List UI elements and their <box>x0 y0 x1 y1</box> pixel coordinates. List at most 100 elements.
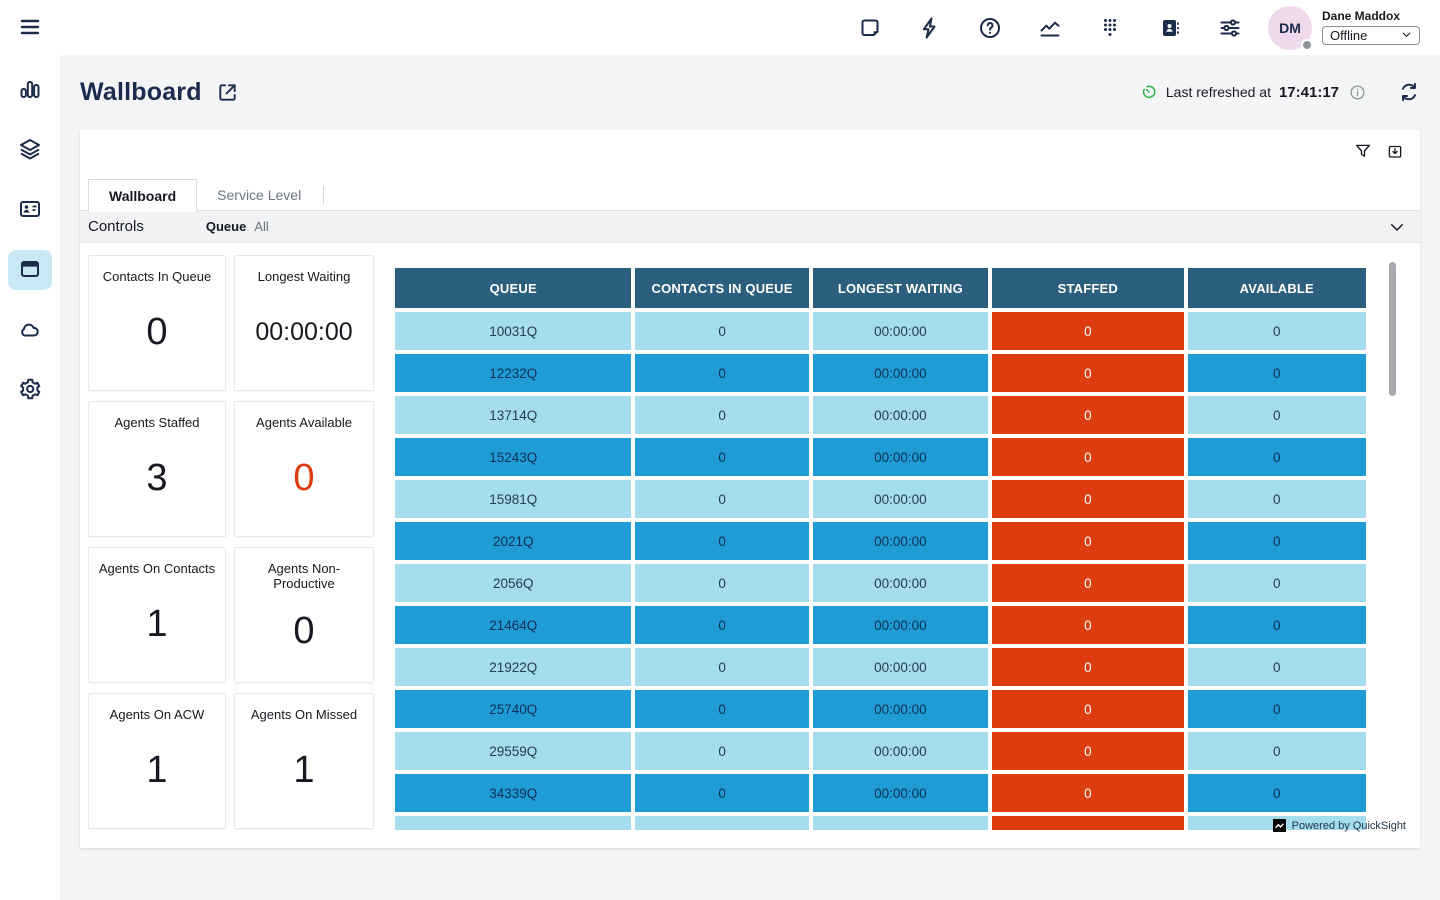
sidebar-item-wallboard[interactable] <box>8 250 52 290</box>
column-header[interactable]: LONGEST WAITING <box>813 268 988 308</box>
table-cell[interactable]: 00:00:00 <box>813 480 988 518</box>
table-cell[interactable]: 0 <box>635 690 808 728</box>
filter-button[interactable] <box>1354 142 1372 160</box>
table-cell[interactable]: 0 <box>992 438 1184 476</box>
queue-filter-value[interactable]: All <box>254 219 268 234</box>
table-cell[interactable]: 0 <box>635 648 808 686</box>
table-cell[interactable]: 15981Q <box>395 480 631 518</box>
help-button[interactable] <box>978 16 1002 40</box>
table-cell[interactable]: 0 <box>1188 606 1366 644</box>
table-cell[interactable]: 0 <box>1188 312 1366 350</box>
table-cell[interactable]: 00:00:00 <box>813 522 988 560</box>
table-cell[interactable]: 0 <box>635 312 808 350</box>
table-cell[interactable]: 0 <box>1188 648 1366 686</box>
sidebar-item-settings[interactable] <box>8 370 52 410</box>
table-cell[interactable]: 00:00:00 <box>813 438 988 476</box>
table-cell[interactable]: 0 <box>992 648 1184 686</box>
table-cell[interactable]: 0 <box>1188 480 1366 518</box>
avatar[interactable]: DM <box>1268 6 1312 50</box>
sidebar-item-layers[interactable] <box>8 130 52 170</box>
table-cell[interactable]: 0 <box>635 354 808 392</box>
table-cell[interactable]: 0 <box>1188 690 1366 728</box>
table-cell[interactable]: 00:00:00 <box>813 396 988 434</box>
column-header[interactable]: CONTACTS IN QUEUE <box>635 268 808 308</box>
table-cell[interactable]: 0 <box>1188 354 1366 392</box>
table-cell[interactable]: 0 <box>1188 564 1366 602</box>
sidebar-item-contacts[interactable] <box>8 190 52 230</box>
table-cell[interactable]: 25740Q <box>395 690 631 728</box>
table-cell[interactable]: 0 <box>992 732 1184 770</box>
table-cell[interactable]: 00:00:00 <box>813 690 988 728</box>
table-cell[interactable]: 0 <box>1188 774 1366 812</box>
table-cell[interactable]: 12232Q <box>395 354 631 392</box>
table-cell[interactable]: 0 <box>992 480 1184 518</box>
table-cell[interactable] <box>992 816 1184 830</box>
refresh-button[interactable] <box>1398 81 1420 103</box>
table-cell[interactable]: 00:00:00 <box>813 732 988 770</box>
table-cell[interactable]: 0 <box>1188 438 1366 476</box>
table-cell[interactable]: 0 <box>1188 522 1366 560</box>
table-cell[interactable]: 0 <box>635 522 808 560</box>
table-cell[interactable]: 00:00:00 <box>813 606 988 644</box>
table-cell[interactable]: 0 <box>635 438 808 476</box>
menu-toggle-button[interactable] <box>8 8 52 48</box>
preferences-button[interactable] <box>1218 16 1242 40</box>
table-cell[interactable] <box>635 816 808 830</box>
sidebar-item-cloud[interactable] <box>8 310 52 350</box>
open-in-new-window-button[interactable] <box>216 81 239 104</box>
table-cell[interactable]: 0 <box>992 606 1184 644</box>
directory-button[interactable] <box>1158 16 1182 40</box>
page-title: Wallboard <box>80 78 202 107</box>
agent-status-select[interactable]: Offline <box>1322 26 1420 45</box>
table-cell[interactable]: 0 <box>635 732 808 770</box>
sidebar-item-metrics[interactable] <box>8 70 52 110</box>
table-cell[interactable]: 0 <box>992 774 1184 812</box>
notes-button[interactable] <box>858 16 882 40</box>
table-cell[interactable]: 0 <box>635 564 808 602</box>
quick-actions-button[interactable] <box>918 16 942 40</box>
table-cell[interactable]: 0 <box>992 690 1184 728</box>
table-cell[interactable]: 0 <box>992 312 1184 350</box>
table-cell[interactable]: 0 <box>635 774 808 812</box>
table-cell[interactable]: 00:00:00 <box>813 648 988 686</box>
controls-collapse-button[interactable] <box>1388 218 1406 236</box>
table-cell[interactable]: 0 <box>1188 732 1366 770</box>
dialpad-button[interactable] <box>1098 16 1122 40</box>
tab-service-level[interactable]: Service Level <box>197 178 321 211</box>
table-cell[interactable]: 13714Q <box>395 396 631 434</box>
table-cell[interactable]: 00:00:00 <box>813 774 988 812</box>
table-cell[interactable] <box>813 816 988 830</box>
table-cell[interactable]: 00:00:00 <box>813 354 988 392</box>
analytics-button[interactable] <box>1038 16 1062 40</box>
table-cell[interactable]: 0 <box>992 564 1184 602</box>
column-header[interactable]: AVAILABLE <box>1188 268 1366 308</box>
table-cell[interactable]: 0 <box>992 522 1184 560</box>
table-cell[interactable]: 15243Q <box>395 438 631 476</box>
panel-tools <box>1354 142 1404 160</box>
table-cell[interactable]: 0 <box>992 354 1184 392</box>
table-cell[interactable]: 10031Q <box>395 312 631 350</box>
table-cell[interactable]: 0 <box>635 396 808 434</box>
table-cell[interactable]: 00:00:00 <box>813 312 988 350</box>
table-cell[interactable]: 21464Q <box>395 606 631 644</box>
table-cell[interactable]: 0 <box>992 396 1184 434</box>
column-header[interactable]: QUEUE <box>395 268 631 308</box>
column-header[interactable]: STAFFED <box>992 268 1184 308</box>
table-row: 29559Q000:00:0000 <box>395 732 1366 770</box>
sliders-icon <box>1218 28 1242 43</box>
table-cell[interactable]: 34339Q <box>395 774 631 812</box>
table-cell[interactable]: 29559Q <box>395 732 631 770</box>
table-cell[interactable]: 2021Q <box>395 522 631 560</box>
table-cell[interactable]: 2056Q <box>395 564 631 602</box>
table-scrollbar[interactable] <box>1389 262 1396 396</box>
line-chart-icon <box>1038 28 1062 43</box>
refresh-info-button[interactable] <box>1349 84 1366 101</box>
table-cell[interactable]: 0 <box>1188 396 1366 434</box>
table-cell[interactable]: 0 <box>635 606 808 644</box>
table-cell[interactable]: 0 <box>635 480 808 518</box>
tab-wallboard[interactable]: Wallboard <box>88 179 197 212</box>
table-cell[interactable]: 21922Q <box>395 648 631 686</box>
table-cell[interactable] <box>395 816 631 830</box>
table-cell[interactable]: 00:00:00 <box>813 564 988 602</box>
export-button[interactable] <box>1386 142 1404 160</box>
